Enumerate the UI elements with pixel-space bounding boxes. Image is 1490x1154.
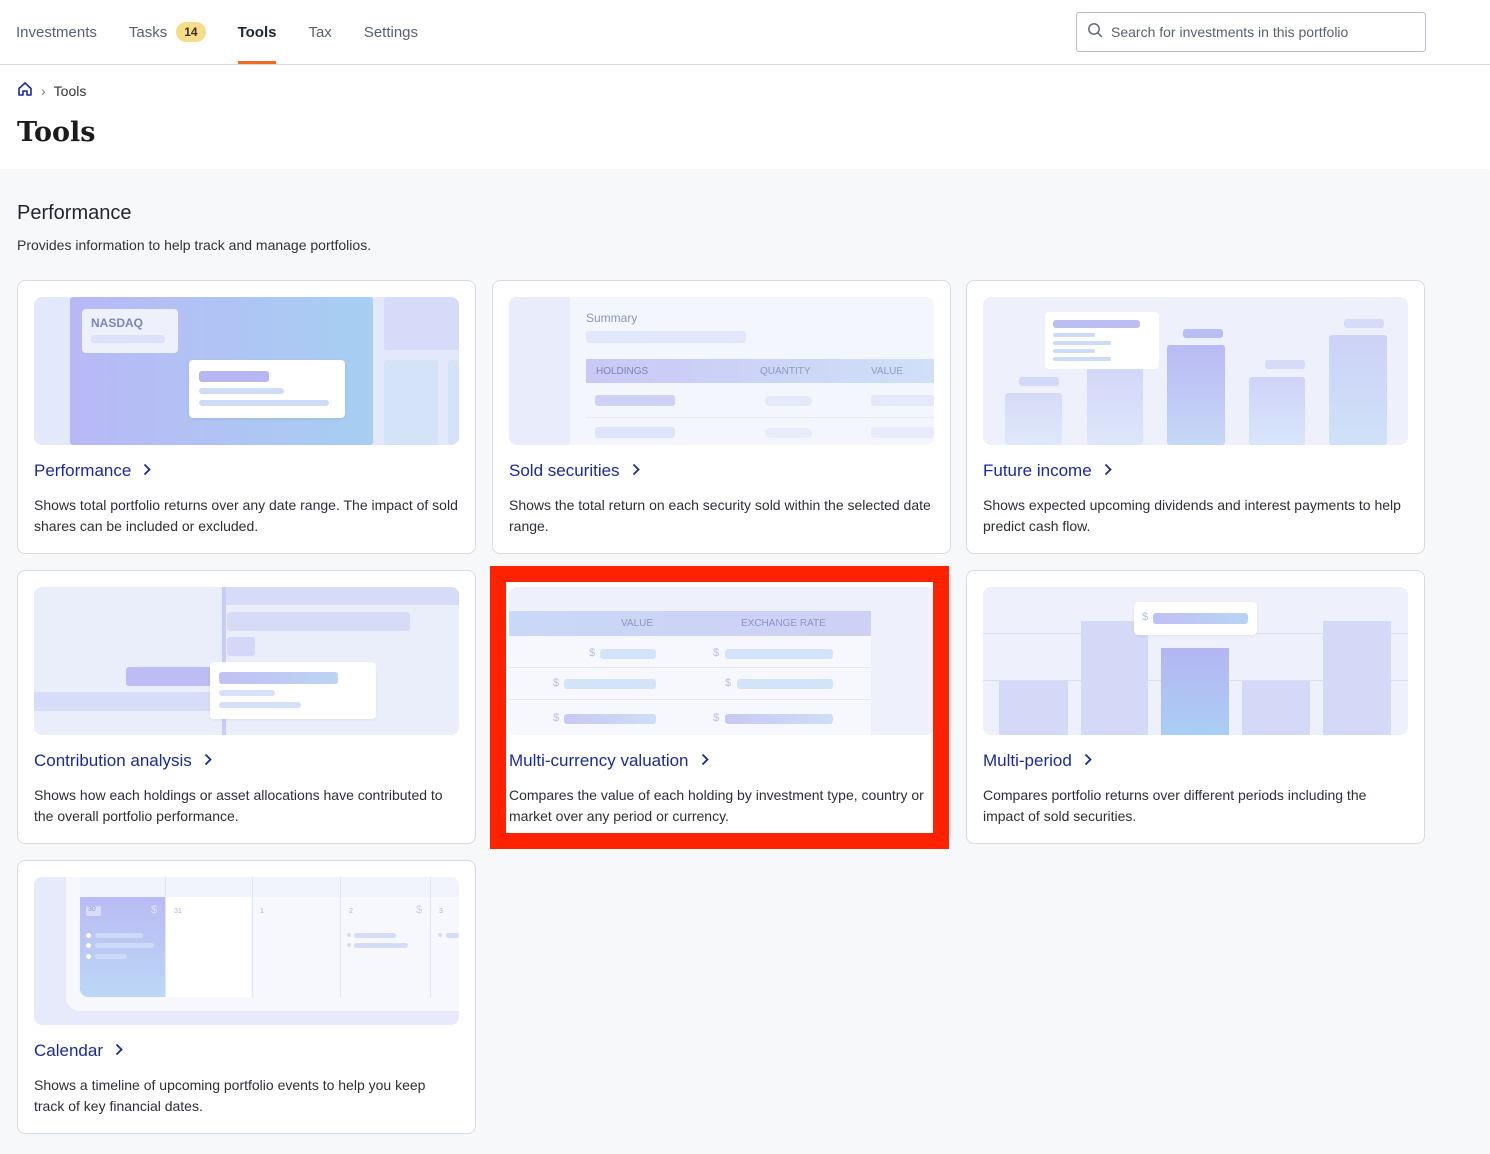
calendar-illustration: 30 $ 31 1 2 $ 3	[34, 877, 459, 1025]
card-description: Compares the value of each holding by in…	[509, 787, 924, 824]
dollar-icon: $	[725, 677, 732, 689]
dollar-icon: $	[151, 904, 158, 916]
tool-card-calendar[interactable]: 30 $ 31 1 2 $ 3 Calendar Shows a timelin…	[17, 860, 476, 1134]
section-title: Performance	[17, 202, 132, 224]
card-title-text: Multi-period	[983, 751, 1072, 770]
card-description: Compares portfolio returns over differen…	[983, 787, 1367, 824]
home-icon[interactable]	[17, 81, 33, 100]
chevron-right-icon	[1084, 751, 1092, 771]
chevron-right-icon	[632, 461, 640, 481]
top-nav: Investments Tasks 14 Tools Tax Settings	[0, 0, 1490, 65]
card-description: Shows how each holdings or asset allocat…	[34, 787, 443, 824]
card-description: Shows the total return on each security …	[509, 497, 931, 534]
tool-card-performance[interactable]: NASDAQ Performance Shows total portfolio…	[17, 280, 476, 554]
multi-period-illustration: $	[983, 587, 1408, 735]
dollar-icon: $	[1142, 611, 1149, 623]
illus-label: Summary	[586, 311, 638, 325]
card-title[interactable]: Performance	[34, 461, 152, 481]
nav-tabs: Investments Tasks 14 Tools Tax Settings	[16, 0, 450, 64]
card-description: Shows a timeline of upcoming portfolio e…	[34, 1077, 426, 1114]
contribution-analysis-illustration	[34, 587, 459, 735]
card-title[interactable]: Contribution analysis	[34, 751, 212, 771]
calendar-day: 30	[88, 906, 96, 913]
card-title-text: Multi-currency valuation	[509, 751, 689, 770]
sold-securities-illustration: Summary HOLDINGS QUANTITY VALUE	[509, 297, 934, 445]
dollar-icon: $	[713, 712, 720, 724]
column-header: EXCHANGE RATE	[741, 618, 826, 629]
tab-settings[interactable]: Settings	[364, 0, 418, 64]
search-icon	[1087, 22, 1103, 43]
tab-label: Tasks	[128, 23, 168, 41]
calendar-day: 3	[439, 908, 443, 915]
calendar-day: 1	[260, 908, 264, 915]
card-title-text: Sold securities	[509, 461, 620, 480]
card-title[interactable]: Sold securities	[509, 461, 640, 481]
card-title-text: Future income	[983, 461, 1092, 480]
tool-card-contribution-analysis[interactable]: Contribution analysis Shows how each hol…	[17, 570, 476, 844]
dollar-icon: $	[553, 677, 560, 689]
section-description: Provides information to help track and m…	[17, 237, 372, 253]
card-title-text: Contribution analysis	[34, 751, 192, 770]
card-title-text: Calendar	[34, 1041, 103, 1060]
page-header: › Tools Tools	[0, 65, 1490, 169]
column-header: VALUE	[871, 366, 904, 377]
tab-tools[interactable]: Tools	[237, 0, 277, 64]
future-income-illustration	[983, 297, 1408, 445]
tool-card-multi-currency-valuation[interactable]: VALUE EXCHANGE RATE $ $ $ $ $ $ Multi-cu…	[492, 570, 951, 844]
dollar-icon: $	[713, 647, 720, 659]
chevron-right-icon	[143, 461, 152, 481]
calendar-day: 31	[174, 908, 182, 915]
tab-investments[interactable]: Investments	[16, 0, 97, 64]
card-description: Shows total portfolio returns over any d…	[34, 497, 458, 534]
column-header: HOLDINGS	[596, 366, 649, 377]
chevron-right-icon	[1104, 461, 1112, 481]
column-header: QUANTITY	[760, 366, 811, 377]
chevron-right-icon: ›	[41, 82, 46, 99]
breadcrumb: › Tools	[17, 81, 86, 100]
tab-label: Investments	[16, 23, 97, 41]
tab-tax[interactable]: Tax	[308, 0, 331, 64]
search-input[interactable]	[1111, 24, 1411, 40]
chevron-right-icon	[204, 751, 212, 771]
card-title[interactable]: Calendar	[34, 1041, 123, 1061]
card-title[interactable]: Multi-period	[983, 751, 1092, 771]
search-box[interactable]	[1076, 12, 1426, 52]
breadcrumb-current: Tools	[53, 82, 87, 99]
performance-illustration: NASDAQ	[34, 297, 459, 445]
calendar-day: 2	[349, 908, 353, 915]
tab-label: Settings	[363, 23, 419, 41]
multi-currency-valuation-illustration: VALUE EXCHANGE RATE $ $ $ $ $ $	[509, 587, 934, 735]
card-title-text: Performance	[34, 461, 132, 480]
tool-card-sold-securities[interactable]: Summary HOLDINGS QUANTITY VALUE Sold sec…	[492, 280, 951, 554]
column-header: VALUE	[621, 618, 654, 629]
card-title[interactable]: Multi-currency valuation	[509, 751, 709, 771]
tool-card-future-income[interactable]: Future income Shows expected upcoming di…	[966, 280, 1425, 554]
tasks-count-badge: 14	[176, 22, 206, 42]
page-title: Tools	[17, 117, 96, 148]
chevron-right-icon	[115, 1041, 123, 1061]
dollar-icon: $	[416, 904, 423, 916]
card-description: Shows expected upcoming dividends and in…	[983, 497, 1401, 534]
card-title[interactable]: Future income	[983, 461, 1112, 481]
tool-card-multi-period[interactable]: $ Multi-period Compares portfolio return…	[966, 570, 1425, 844]
tab-tasks[interactable]: Tasks 14	[129, 0, 206, 64]
illus-label: NASDAQ	[91, 316, 144, 330]
tab-label: Tools	[237, 23, 277, 41]
dollar-icon: $	[553, 712, 560, 724]
chevron-right-icon	[701, 751, 709, 771]
tab-label: Tax	[308, 23, 332, 41]
dollar-icon: $	[589, 647, 596, 659]
